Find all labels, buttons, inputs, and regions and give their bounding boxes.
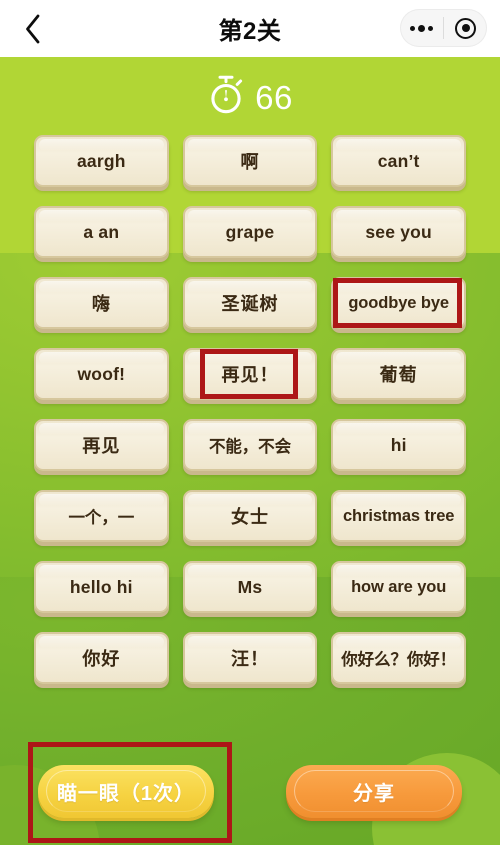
word-tile[interactable]: woof! xyxy=(34,348,169,400)
word-tile-label: hello hi xyxy=(69,576,133,597)
peek-button[interactable]: 瞄一眼（1次） xyxy=(38,765,214,818)
word-tile-label: how are you xyxy=(351,577,447,596)
word-tile[interactable]: hi xyxy=(331,419,466,471)
action-button-row: 瞄一眼（1次） 分享 xyxy=(0,765,500,818)
word-tile-label: can’t xyxy=(377,150,420,171)
word-tile-label: 再见 xyxy=(82,436,121,456)
word-tile-grid: aargh 啊 can’t a an grape see you 嗨 圣诞树 goodbye b… xyxy=(0,135,500,684)
word-tile[interactable]: 再见 xyxy=(34,419,169,471)
word-tile-label: see you xyxy=(365,221,432,242)
navigation-bar: 第2关 xyxy=(0,0,500,57)
word-tile[interactable]: 女士 xyxy=(182,490,318,542)
word-tile[interactable]: 不能，不会 xyxy=(182,419,318,471)
word-tile[interactable]: can’t xyxy=(331,135,466,187)
word-tile-label: hi xyxy=(390,434,407,455)
more-dots-icon xyxy=(410,24,433,32)
word-tile-label: 再见！ xyxy=(221,365,279,385)
word-tile[interactable]: 啊 xyxy=(182,135,318,187)
word-tile[interactable]: 你好么？你好！ xyxy=(331,632,466,684)
word-tile-label: Ms xyxy=(237,576,263,597)
play-area: 66 aargh 啊 can’t a an grape see you 嗨 圣诞树 goodby… xyxy=(0,57,500,845)
wechat-capsule xyxy=(400,9,487,47)
word-tile[interactable]: see you xyxy=(331,206,466,258)
word-tile-label: 一个，一 xyxy=(68,509,135,527)
word-tile[interactable]: 你好 xyxy=(34,632,169,684)
word-tile-label: 你好 xyxy=(82,649,121,669)
word-tile[interactable]: a an xyxy=(34,206,169,258)
word-tile[interactable]: Ms xyxy=(182,561,318,613)
chevron-left-icon xyxy=(24,14,41,44)
word-tile-label: 女士 xyxy=(230,507,269,527)
countdown-timer: 66 xyxy=(0,74,500,121)
word-tile[interactable]: goodbye bye xyxy=(331,277,466,329)
word-tile[interactable]: 再见！ xyxy=(182,348,318,400)
word-tile-label: grape xyxy=(225,221,275,242)
word-tile[interactable]: 葡萄 xyxy=(331,348,466,400)
word-tile-label: 啊 xyxy=(240,152,260,172)
word-tile[interactable]: 嗨 xyxy=(34,277,169,329)
word-tile-label: 汪！ xyxy=(230,649,269,669)
word-tile[interactable]: 一个，一 xyxy=(34,490,169,542)
word-tile-label: 不能，不会 xyxy=(208,438,291,456)
word-tile[interactable]: 汪！ xyxy=(182,632,318,684)
word-tile-label: aargh xyxy=(77,150,126,171)
timer-value: 66 xyxy=(255,79,293,116)
word-tile[interactable]: hello hi xyxy=(34,561,169,613)
back-button[interactable] xyxy=(0,0,64,57)
word-tile[interactable]: grape xyxy=(182,206,318,258)
word-tile-label: a an xyxy=(83,221,120,242)
word-tile[interactable]: aargh xyxy=(34,135,169,187)
word-tile[interactable]: 圣诞树 xyxy=(182,277,318,329)
word-tile[interactable]: how are you xyxy=(331,561,466,613)
share-button-label: 分享 xyxy=(353,783,395,805)
word-tile-label: 圣诞树 xyxy=(221,294,279,314)
word-tile[interactable]: christmas tree xyxy=(331,490,466,542)
target-circle-icon xyxy=(455,17,476,39)
word-tile-label: woof! xyxy=(77,363,126,384)
word-tile-label: goodbye bye xyxy=(348,293,449,312)
word-tile-label: 嗨 xyxy=(91,294,111,314)
stopwatch-icon xyxy=(207,74,245,121)
share-button[interactable]: 分享 xyxy=(286,765,462,818)
word-tile-label: christmas tree xyxy=(342,506,455,525)
word-tile-label: 葡萄 xyxy=(379,365,418,385)
game-screen: 第2关 66 aargh 啊 can’t a an grape see you … xyxy=(0,0,500,845)
more-menu-button[interactable] xyxy=(400,9,443,47)
peek-button-label: 瞄一眼（1次） xyxy=(56,783,196,805)
close-miniprogram-button[interactable] xyxy=(444,9,487,47)
word-tile-label: 你好么？你好！ xyxy=(341,651,457,669)
